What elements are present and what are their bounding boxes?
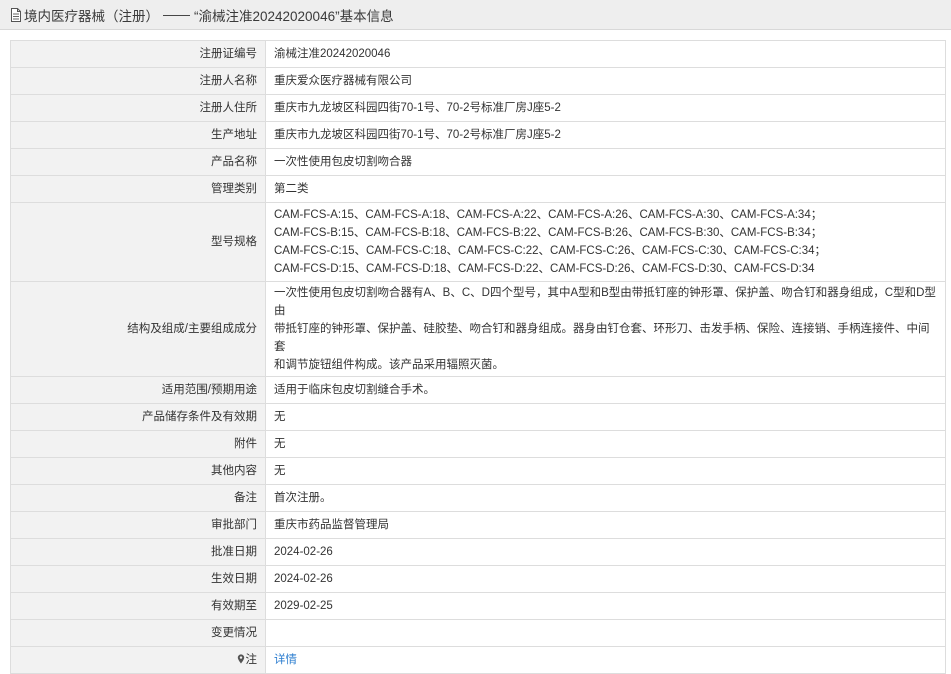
table-row: 注册证编号 渝械注准20242020046 (10, 40, 946, 68)
model-line: CAM-FCS-B:15、CAM-FCS-B:18、CAM-FCS-B:22、C… (274, 227, 823, 239)
row-label: 注册人住所 (10, 94, 266, 122)
row-value: 重庆市药品监督管理局 (265, 511, 946, 539)
row-value: 渝械注准20242020046 (265, 40, 946, 68)
row-label: 结构及组成/主要组成成分 (10, 281, 266, 377)
page-header: 境内医疗器械（注册） —— “渝械注准20242020046”基本信息 (0, 0, 951, 30)
row-label: 注册证编号 (10, 40, 266, 68)
table-row-structure: 结构及组成/主要组成成分 一次性使用包皮切割吻合器有A、B、C、D四个型号，其中… (10, 281, 946, 377)
row-label: 变更情况 (10, 619, 266, 647)
row-label: 附件 (10, 430, 266, 458)
table-row-model: 型号规格 CAM-FCS-A:15、CAM-FCS-A:18、CAM-FCS-A… (10, 202, 946, 282)
row-label: 生产地址 (10, 121, 266, 149)
table-row: 注册人住所 重庆市九龙坡区科园四街70-1号、70-2号标准厂房J座5-2 (10, 94, 946, 122)
table-row: 管理类别 第二类 (10, 175, 946, 203)
row-value: 首次注册。 (265, 484, 946, 512)
model-line: CAM-FCS-D:15、CAM-FCS-D:18、CAM-FCS-D:22、C… (274, 263, 815, 275)
row-value: 重庆市九龙坡区科园四街70-1号、70-2号标准厂房J座5-2 (265, 121, 946, 149)
pin-icon (237, 652, 245, 670)
row-label: 生效日期 (10, 565, 266, 593)
table-row: 变更情况 (10, 619, 946, 647)
row-label: 备注 (10, 484, 266, 512)
row-label: 产品名称 (10, 148, 266, 176)
row-label: 管理类别 (10, 175, 266, 203)
header-separator: —— (163, 7, 190, 22)
row-value: 适用于临床包皮切割缝合手术。 (265, 376, 946, 404)
table-row: 备注 首次注册。 (10, 484, 946, 512)
structure-line: 和调节旋钮组件构成。该产品采用辐照灭菌。 (274, 359, 504, 371)
table-row: 审批部门 重庆市药品监督管理局 (10, 511, 946, 539)
table-row: 有效期至 2029-02-25 (10, 592, 946, 620)
row-value: 无 (265, 430, 946, 458)
model-spec-value: CAM-FCS-A:15、CAM-FCS-A:18、CAM-FCS-A:22、C… (265, 202, 946, 282)
row-value: 一次性使用包皮切割吻合器 (265, 148, 946, 176)
header-category: 境内医疗器械（注册） (24, 8, 159, 24)
document-icon (10, 7, 22, 22)
note-label-cell: 注 (10, 646, 266, 674)
table-row: 生产地址 重庆市九龙坡区科园四街70-1号、70-2号标准厂房J座5-2 (10, 121, 946, 149)
row-label: 注册人名称 (10, 67, 266, 95)
note-value: 详情 (265, 646, 946, 674)
row-value: 2029-02-25 (265, 592, 946, 620)
row-value: 2024-02-26 (265, 565, 946, 593)
row-label: 适用范围/预期用途 (10, 376, 266, 404)
table-row: 生效日期 2024-02-26 (10, 565, 946, 593)
model-line: CAM-FCS-C:15、CAM-FCS-C:18、CAM-FCS-C:22、C… (274, 245, 827, 257)
table-row: 注册人名称 重庆爱众医疗器械有限公司 (10, 67, 946, 95)
row-value: 无 (265, 457, 946, 485)
note-label: 注 (245, 653, 258, 666)
table-row: 附件 无 (10, 430, 946, 458)
page-title: “渝械注准20242020046”基本信息 (194, 8, 394, 24)
row-label: 产品储存条件及有效期 (10, 403, 266, 431)
row-label: 批准日期 (10, 538, 266, 566)
row-value: 第二类 (265, 175, 946, 203)
details-link[interactable]: 详情 (274, 654, 297, 666)
table-row-note: 注 详情 (10, 646, 946, 674)
model-line: CAM-FCS-A:15、CAM-FCS-A:18、CAM-FCS-A:22、C… (274, 209, 823, 221)
row-label: 有效期至 (10, 592, 266, 620)
row-label: 审批部门 (10, 511, 266, 539)
info-table: 注册证编号 渝械注准20242020046 注册人名称 重庆爱众医疗器械有限公司… (10, 40, 946, 674)
row-value (265, 619, 946, 647)
table-row: 产品名称 一次性使用包皮切割吻合器 (10, 148, 946, 176)
structure-value: 一次性使用包皮切割吻合器有A、B、C、D四个型号，其中A型和B型由带抵钉座的钟形… (265, 281, 946, 377)
row-value: 2024-02-26 (265, 538, 946, 566)
structure-line: 带抵钉座的钟形罩、保护盖、硅胶垫、吻合钉和器身组成。器身由钉仓套、环形刀、击发手… (274, 323, 930, 353)
table-row: 批准日期 2024-02-26 (10, 538, 946, 566)
row-label: 其他内容 (10, 457, 266, 485)
row-label: 型号规格 (10, 202, 266, 282)
structure-line: 一次性使用包皮切割吻合器有A、B、C、D四个型号，其中A型和B型由带抵钉座的钟形… (274, 287, 936, 317)
row-value: 重庆市九龙坡区科园四街70-1号、70-2号标准厂房J座5-2 (265, 94, 946, 122)
row-value: 重庆爱众医疗器械有限公司 (265, 67, 946, 95)
row-value: 无 (265, 403, 946, 431)
table-row: 其他内容 无 (10, 457, 946, 485)
table-row: 产品储存条件及有效期 无 (10, 403, 946, 431)
table-row: 适用范围/预期用途 适用于临床包皮切割缝合手术。 (10, 376, 946, 404)
